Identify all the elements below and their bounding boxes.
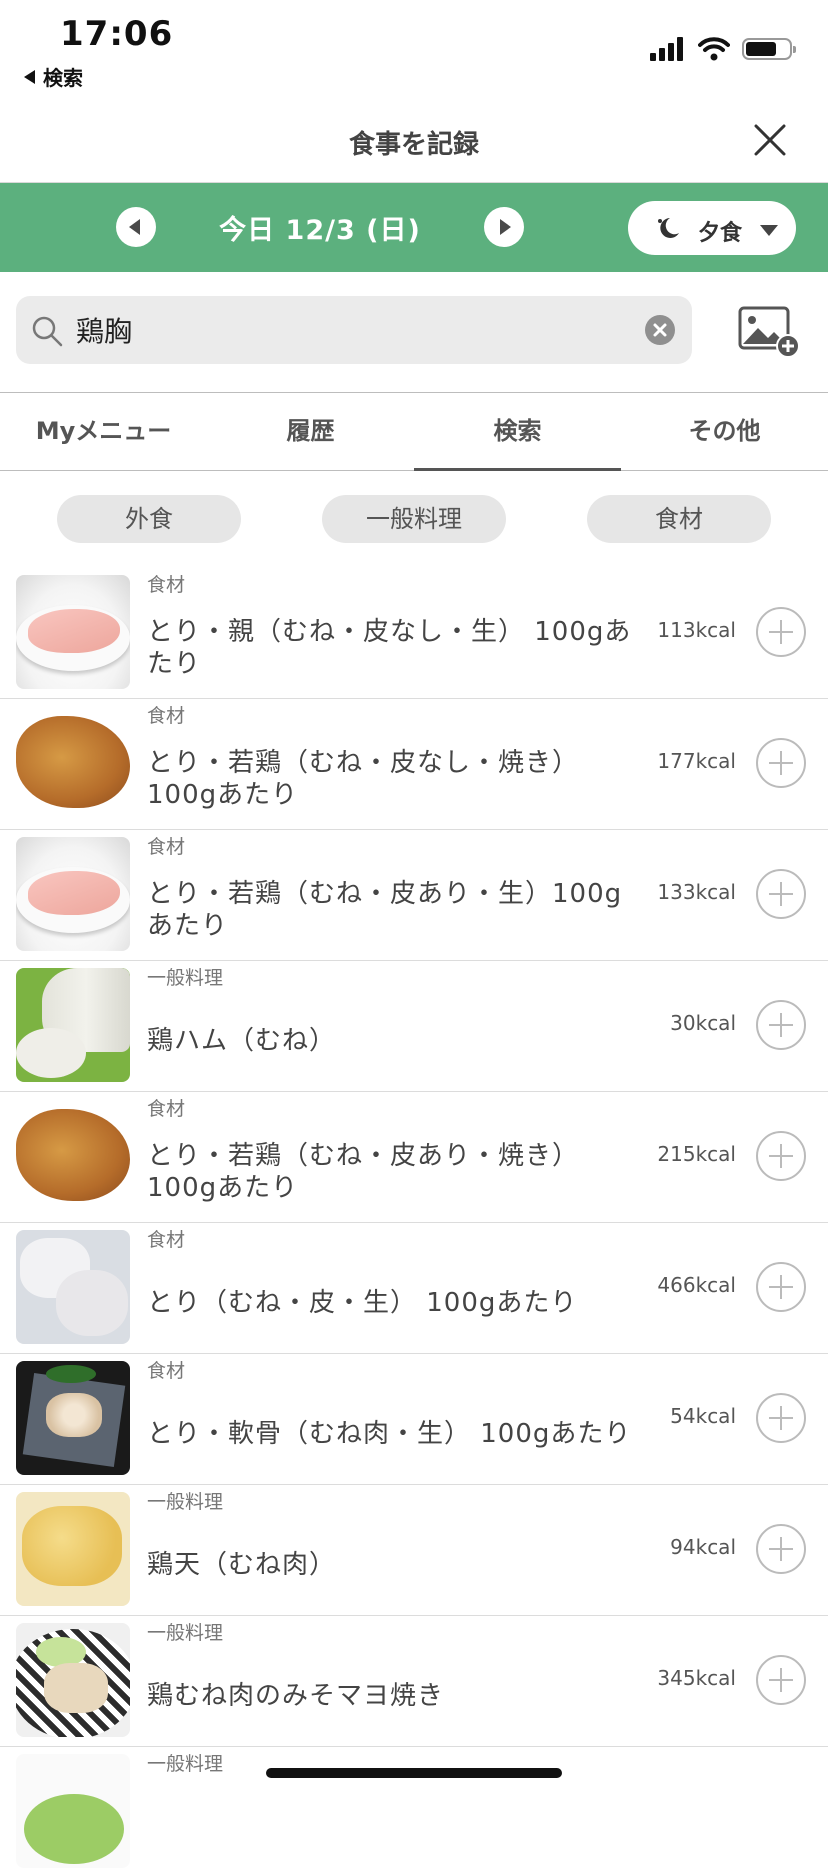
food-category: 食材 bbox=[147, 1360, 186, 1382]
food-category: 食材 bbox=[147, 836, 186, 858]
back-arrow-icon bbox=[24, 70, 35, 84]
filter-chip-general-dishes[interactable]: 一般料理 bbox=[322, 495, 506, 543]
chevron-right-icon bbox=[500, 219, 511, 235]
add-photo-icon[interactable] bbox=[738, 306, 800, 358]
moon-icon bbox=[658, 218, 679, 238]
tab-history[interactable]: 履歴 bbox=[207, 393, 414, 470]
food-thumbnail bbox=[16, 1099, 130, 1213]
food-category: 一般料理 bbox=[147, 967, 224, 989]
tab-bar: Myメニュー 履歴 検索 その他 bbox=[0, 393, 828, 471]
battery-icon bbox=[742, 38, 796, 60]
add-food-button[interactable] bbox=[756, 1262, 806, 1312]
food-name: 鶏天（むね肉） bbox=[147, 1550, 337, 1580]
clear-icon bbox=[653, 323, 667, 337]
food-name: とり・若鶏（むね・皮なし・焼き）100gあたり bbox=[147, 748, 580, 810]
food-name: とり・若鶏（むね・皮あり・生）100gあたり bbox=[147, 879, 623, 941]
status-bar: 17:06 検索 bbox=[0, 0, 828, 96]
add-food-button[interactable] bbox=[756, 1000, 806, 1050]
close-icon[interactable] bbox=[748, 118, 792, 162]
add-food-button[interactable] bbox=[756, 607, 806, 657]
back-link-label: 検索 bbox=[43, 66, 83, 90]
category-filters: 外食 一般料理 食材 bbox=[0, 495, 828, 543]
previous-day-button[interactable] bbox=[116, 207, 156, 247]
list-item[interactable]: 食材 とり・若鶏（むね・皮なし・焼き）100gあたり 177kcal bbox=[0, 699, 828, 830]
back-to-search-link[interactable]: 検索 bbox=[24, 62, 83, 91]
tab-search[interactable]: 検索 bbox=[414, 393, 621, 471]
status-icons bbox=[650, 34, 796, 64]
date-label: 今日 12/3 (日) bbox=[219, 215, 421, 246]
food-name: とり（むね・皮・生） 100gあたり bbox=[147, 1288, 578, 1318]
food-calories: 54kcal bbox=[670, 1404, 736, 1428]
food-calories: 215kcal bbox=[657, 1142, 736, 1166]
food-calories: 94kcal bbox=[670, 1535, 736, 1559]
food-category: 一般料理 bbox=[147, 1491, 224, 1513]
tab-other[interactable]: その他 bbox=[621, 393, 828, 470]
signal-icon bbox=[650, 37, 683, 61]
food-calories: 177kcal bbox=[657, 749, 736, 773]
list-item[interactable]: 一般料理 鶏ハム（むね） 30kcal bbox=[0, 961, 828, 1092]
list-item[interactable]: 一般料理 鶏天（むね肉） 94kcal bbox=[0, 1485, 828, 1616]
tab-my-menu[interactable]: Myメニュー bbox=[0, 393, 207, 470]
food-name: とり・親（むね・皮なし・生） 100gあたり bbox=[147, 617, 632, 679]
list-item[interactable]: 食材 とり（むね・皮・生） 100gあたり 466kcal bbox=[0, 1223, 828, 1354]
date-bar: 今日 12/3 (日) 夕食 bbox=[0, 183, 828, 272]
add-food-button[interactable] bbox=[756, 869, 806, 919]
food-calories: 113kcal bbox=[657, 618, 736, 642]
add-food-button[interactable] bbox=[756, 1655, 806, 1705]
search-results-list: 食材 とり・親（むね・皮なし・生） 100gあたり 113kcal 食材 とり・… bbox=[0, 568, 828, 1868]
filter-chip-ingredients[interactable]: 食材 bbox=[587, 495, 771, 543]
search-input[interactable] bbox=[76, 304, 636, 356]
food-thumbnail bbox=[16, 837, 130, 951]
search-box bbox=[16, 296, 692, 364]
chevron-left-icon bbox=[129, 219, 140, 235]
meal-type-label: 夕食 bbox=[698, 221, 743, 246]
next-day-button[interactable] bbox=[484, 207, 524, 247]
food-calories: 133kcal bbox=[657, 880, 736, 904]
add-food-button[interactable] bbox=[756, 1524, 806, 1574]
title-bar: 食事を記録 bbox=[0, 96, 828, 183]
food-name: とり・若鶏（むね・皮あり・焼き）100gあたり bbox=[147, 1141, 580, 1203]
list-item[interactable]: 食材 とり・軟骨（むね肉・生） 100gあたり 54kcal bbox=[0, 1354, 828, 1485]
food-category: 食材 bbox=[147, 1229, 186, 1251]
status-time: 17:06 bbox=[60, 14, 174, 54]
food-name: 鶏ハム（むね） bbox=[147, 1026, 337, 1056]
wifi-icon bbox=[698, 37, 730, 61]
search-row bbox=[0, 272, 828, 393]
list-item[interactable]: 食材 とり・親（むね・皮なし・生） 100gあたり 113kcal bbox=[0, 568, 828, 699]
food-category: 一般料理 bbox=[147, 1622, 224, 1644]
food-category: 食材 bbox=[147, 705, 186, 727]
list-item[interactable]: 食材 とり・若鶏（むね・皮あり・生）100gあたり 133kcal bbox=[0, 830, 828, 961]
chevron-down-icon bbox=[760, 225, 778, 236]
home-indicator bbox=[266, 1768, 562, 1778]
list-item[interactable]: 食材 とり・若鶏（むね・皮あり・焼き）100gあたり 215kcal bbox=[0, 1092, 828, 1223]
page-title: 食事を記録 bbox=[348, 130, 479, 160]
clear-search-button[interactable] bbox=[645, 315, 675, 345]
food-name: 鶏むね肉のみそマヨ焼き bbox=[147, 1681, 445, 1711]
add-food-button[interactable] bbox=[756, 1131, 806, 1181]
food-thumbnail bbox=[16, 1754, 130, 1868]
food-category: 一般料理 bbox=[147, 1753, 224, 1775]
food-thumbnail bbox=[16, 1623, 130, 1737]
food-thumbnail bbox=[16, 1492, 130, 1606]
food-category: 食材 bbox=[147, 1098, 186, 1120]
food-calories: 466kcal bbox=[657, 1273, 736, 1297]
meal-type-select[interactable]: 夕食 bbox=[628, 201, 796, 255]
food-thumbnail bbox=[16, 1361, 130, 1475]
food-name: とり・軟骨（むね肉・生） 100gあたり bbox=[147, 1419, 632, 1449]
food-calories: 30kcal bbox=[670, 1011, 736, 1035]
food-thumbnail bbox=[16, 1230, 130, 1344]
list-item[interactable]: 一般料理 鶏むね肉のみそマヨ焼き 345kcal bbox=[0, 1616, 828, 1747]
list-item[interactable]: 一般料理 bbox=[0, 1747, 828, 1868]
food-thumbnail bbox=[16, 968, 130, 1082]
search-icon bbox=[32, 316, 63, 347]
food-category: 食材 bbox=[147, 574, 186, 596]
filter-chip-eating-out[interactable]: 外食 bbox=[57, 495, 241, 543]
food-thumbnail bbox=[16, 706, 130, 820]
add-food-button[interactable] bbox=[756, 738, 806, 788]
add-food-button[interactable] bbox=[756, 1393, 806, 1443]
food-thumbnail bbox=[16, 575, 130, 689]
food-calories: 345kcal bbox=[657, 1666, 736, 1690]
